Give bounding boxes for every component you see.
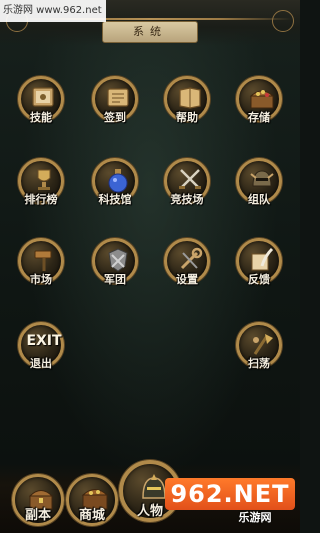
market-label: 市场 bbox=[30, 273, 52, 286]
signin-label: 签到 bbox=[104, 111, 126, 124]
watermark-top: 乐游网 www.962.net bbox=[0, 0, 106, 22]
exit-icon: EXIT bbox=[26, 333, 62, 349]
signin-button[interactable]: 签到 bbox=[92, 76, 138, 124]
sweep-button[interactable]: 扫荡 bbox=[236, 322, 282, 370]
skills-label: 技能 bbox=[30, 111, 52, 124]
skills-button[interactable]: 技能 bbox=[18, 76, 64, 124]
dungeon-label: 副本 bbox=[24, 508, 51, 523]
feedback-button[interactable]: 反馈 bbox=[236, 238, 282, 286]
exit-label: 退出 bbox=[30, 357, 52, 370]
watermark-bottom: 962.NET 乐游网 bbox=[165, 478, 295, 528]
crossed-swords-icon bbox=[179, 169, 201, 189]
feedback-label: 反馈 bbox=[248, 273, 270, 286]
settings-label: 设置 bbox=[176, 273, 198, 286]
settings-button[interactable]: 设置 bbox=[164, 238, 210, 286]
storage-label: 存储 bbox=[248, 111, 270, 124]
guild-button[interactable]: 军团 bbox=[92, 238, 138, 286]
watermark-subtitle: 乐游网 bbox=[238, 511, 272, 524]
scroll-icon bbox=[107, 88, 129, 107]
help-book-icon bbox=[179, 87, 201, 109]
market-button[interactable]: 市场 bbox=[18, 238, 64, 286]
helmet-icon bbox=[250, 170, 274, 187]
arena-button[interactable]: 竞技场 bbox=[164, 158, 210, 206]
arena-label: 竞技场 bbox=[170, 193, 204, 206]
right-ornament-icon bbox=[272, 10, 294, 32]
wrench-icon bbox=[180, 247, 203, 270]
shop-button[interactable]: 商城 bbox=[66, 474, 118, 526]
shop-label: 商城 bbox=[78, 508, 105, 523]
guild-label: 军团 bbox=[104, 273, 126, 286]
tech-button[interactable]: 科技馆 bbox=[92, 158, 138, 206]
exit-button[interactable]: EXIT 退出 bbox=[18, 322, 64, 370]
dungeon-button[interactable]: 副本 bbox=[12, 474, 64, 526]
team-label: 组队 bbox=[248, 193, 270, 206]
guild-emblem-icon bbox=[108, 248, 128, 272]
quill-icon bbox=[251, 247, 274, 271]
sweep-icon bbox=[253, 334, 273, 355]
sweep-label: 扫荡 bbox=[248, 357, 270, 370]
treasure-chest-icon bbox=[249, 90, 275, 109]
tech-label: 科技馆 bbox=[98, 193, 132, 206]
ranking-button[interactable]: 排行榜 bbox=[18, 158, 64, 206]
help-button[interactable]: 帮助 bbox=[164, 76, 210, 124]
storage-button[interactable]: 存储 bbox=[236, 76, 282, 124]
help-label: 帮助 bbox=[176, 111, 198, 124]
skill-book-icon bbox=[32, 87, 54, 107]
trophy-icon bbox=[37, 169, 51, 190]
hammer-icon bbox=[34, 250, 52, 271]
ranking-label: 排行榜 bbox=[24, 193, 58, 206]
watermark-logo: 962.NET bbox=[165, 478, 295, 510]
page-title: 系统 bbox=[102, 21, 198, 43]
potion-icon bbox=[108, 169, 128, 193]
team-button[interactable]: 组队 bbox=[236, 158, 282, 206]
game-system-screen: 乐游网 www.962.net 系统 技能 签到 帮助 存储 排行榜 科技馆 竞… bbox=[0, 0, 300, 533]
